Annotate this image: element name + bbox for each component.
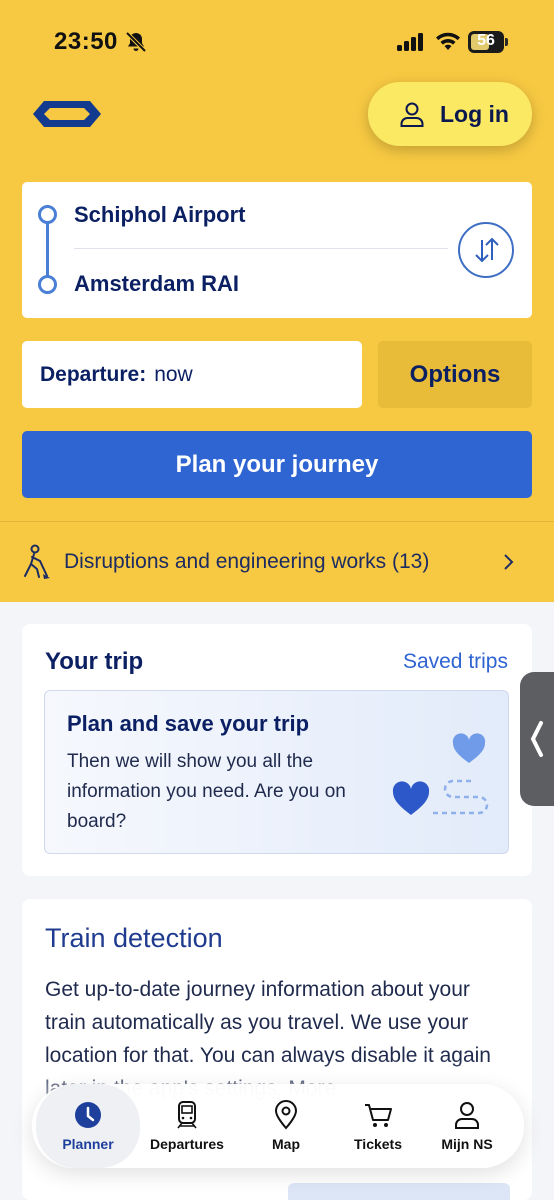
roadworker-icon bbox=[24, 544, 50, 579]
tab-map[interactable]: Map bbox=[244, 1084, 328, 1168]
side-panel-handle[interactable] bbox=[520, 672, 554, 806]
hearts-illustration-icon bbox=[392, 733, 489, 815]
destination-field[interactable]: Amsterdam RAI bbox=[74, 271, 239, 297]
origin-dot bbox=[38, 205, 57, 224]
wifi-icon bbox=[436, 32, 460, 50]
your-trip-title: Your trip bbox=[45, 648, 144, 675]
promo-text: Then we will show you all the informatio… bbox=[67, 751, 346, 832]
login-label: Log in bbox=[440, 100, 509, 127]
departure-time-field[interactable]: Departure: now bbox=[22, 341, 362, 408]
chevron-left-icon bbox=[530, 721, 543, 757]
person-icon bbox=[400, 102, 424, 127]
tab-label: Mijn NS bbox=[441, 1136, 493, 1152]
saved-trips-link[interactable]: Saved trips bbox=[403, 650, 508, 674]
plan-save-promo[interactable]: Plan and save your trip Then we will sho… bbox=[44, 690, 509, 854]
tab-label: Planner bbox=[62, 1136, 114, 1152]
options-button[interactable]: Options bbox=[378, 341, 532, 408]
route-card: Schiphol Airport Amsterdam RAI bbox=[22, 182, 532, 318]
login-button[interactable]: Log in bbox=[368, 82, 532, 146]
departure-label: Departure: bbox=[40, 362, 147, 386]
status-bar: 23:50 56 bbox=[0, 0, 554, 80]
person-icon bbox=[455, 1102, 479, 1129]
tab-planner[interactable]: Planner bbox=[36, 1084, 140, 1168]
tab-tickets[interactable]: Tickets bbox=[336, 1084, 420, 1168]
tab-mijn-ns[interactable]: Mijn NS bbox=[426, 1084, 508, 1168]
status-time: 23:50 bbox=[54, 28, 118, 55]
your-trip-card: Your trip Saved trips Plan and save your… bbox=[22, 624, 532, 876]
plan-journey-button[interactable]: Plan your journey bbox=[22, 431, 532, 498]
disruptions-label: Disruptions and engineering works (13) bbox=[64, 550, 430, 573]
tab-label: Tickets bbox=[354, 1136, 402, 1152]
destination-dot bbox=[38, 275, 57, 294]
train-icon bbox=[177, 1101, 197, 1129]
enable-button-partial[interactable] bbox=[288, 1183, 510, 1200]
departure-value: now bbox=[154, 362, 193, 386]
battery-icon: 56 bbox=[468, 31, 508, 53]
bell-muted-icon bbox=[125, 31, 147, 53]
swap-arrows-icon bbox=[475, 237, 499, 263]
clock-icon bbox=[75, 1102, 101, 1128]
origin-field[interactable]: Schiphol Airport bbox=[74, 202, 246, 228]
disruptions-row[interactable]: Disruptions and engineering works (13) bbox=[0, 522, 554, 602]
route-divider bbox=[74, 248, 448, 249]
map-pin-icon bbox=[274, 1100, 298, 1130]
cart-icon bbox=[365, 1104, 392, 1127]
swap-stations-button[interactable] bbox=[458, 222, 514, 278]
promo-title: Plan and save your trip bbox=[67, 711, 310, 736]
signal-icon bbox=[397, 33, 423, 51]
ns-logo-icon bbox=[33, 101, 101, 127]
tab-label: Departures bbox=[150, 1136, 224, 1152]
tab-label: Map bbox=[272, 1136, 300, 1152]
tab-bar: Planner Departures Map Tickets Mijn NS bbox=[32, 1084, 524, 1168]
train-detection-title: Train detection bbox=[45, 923, 223, 953]
battery-level: 56 bbox=[477, 32, 495, 49]
tab-departures[interactable]: Departures bbox=[140, 1084, 234, 1168]
chevron-right-icon bbox=[504, 554, 514, 570]
